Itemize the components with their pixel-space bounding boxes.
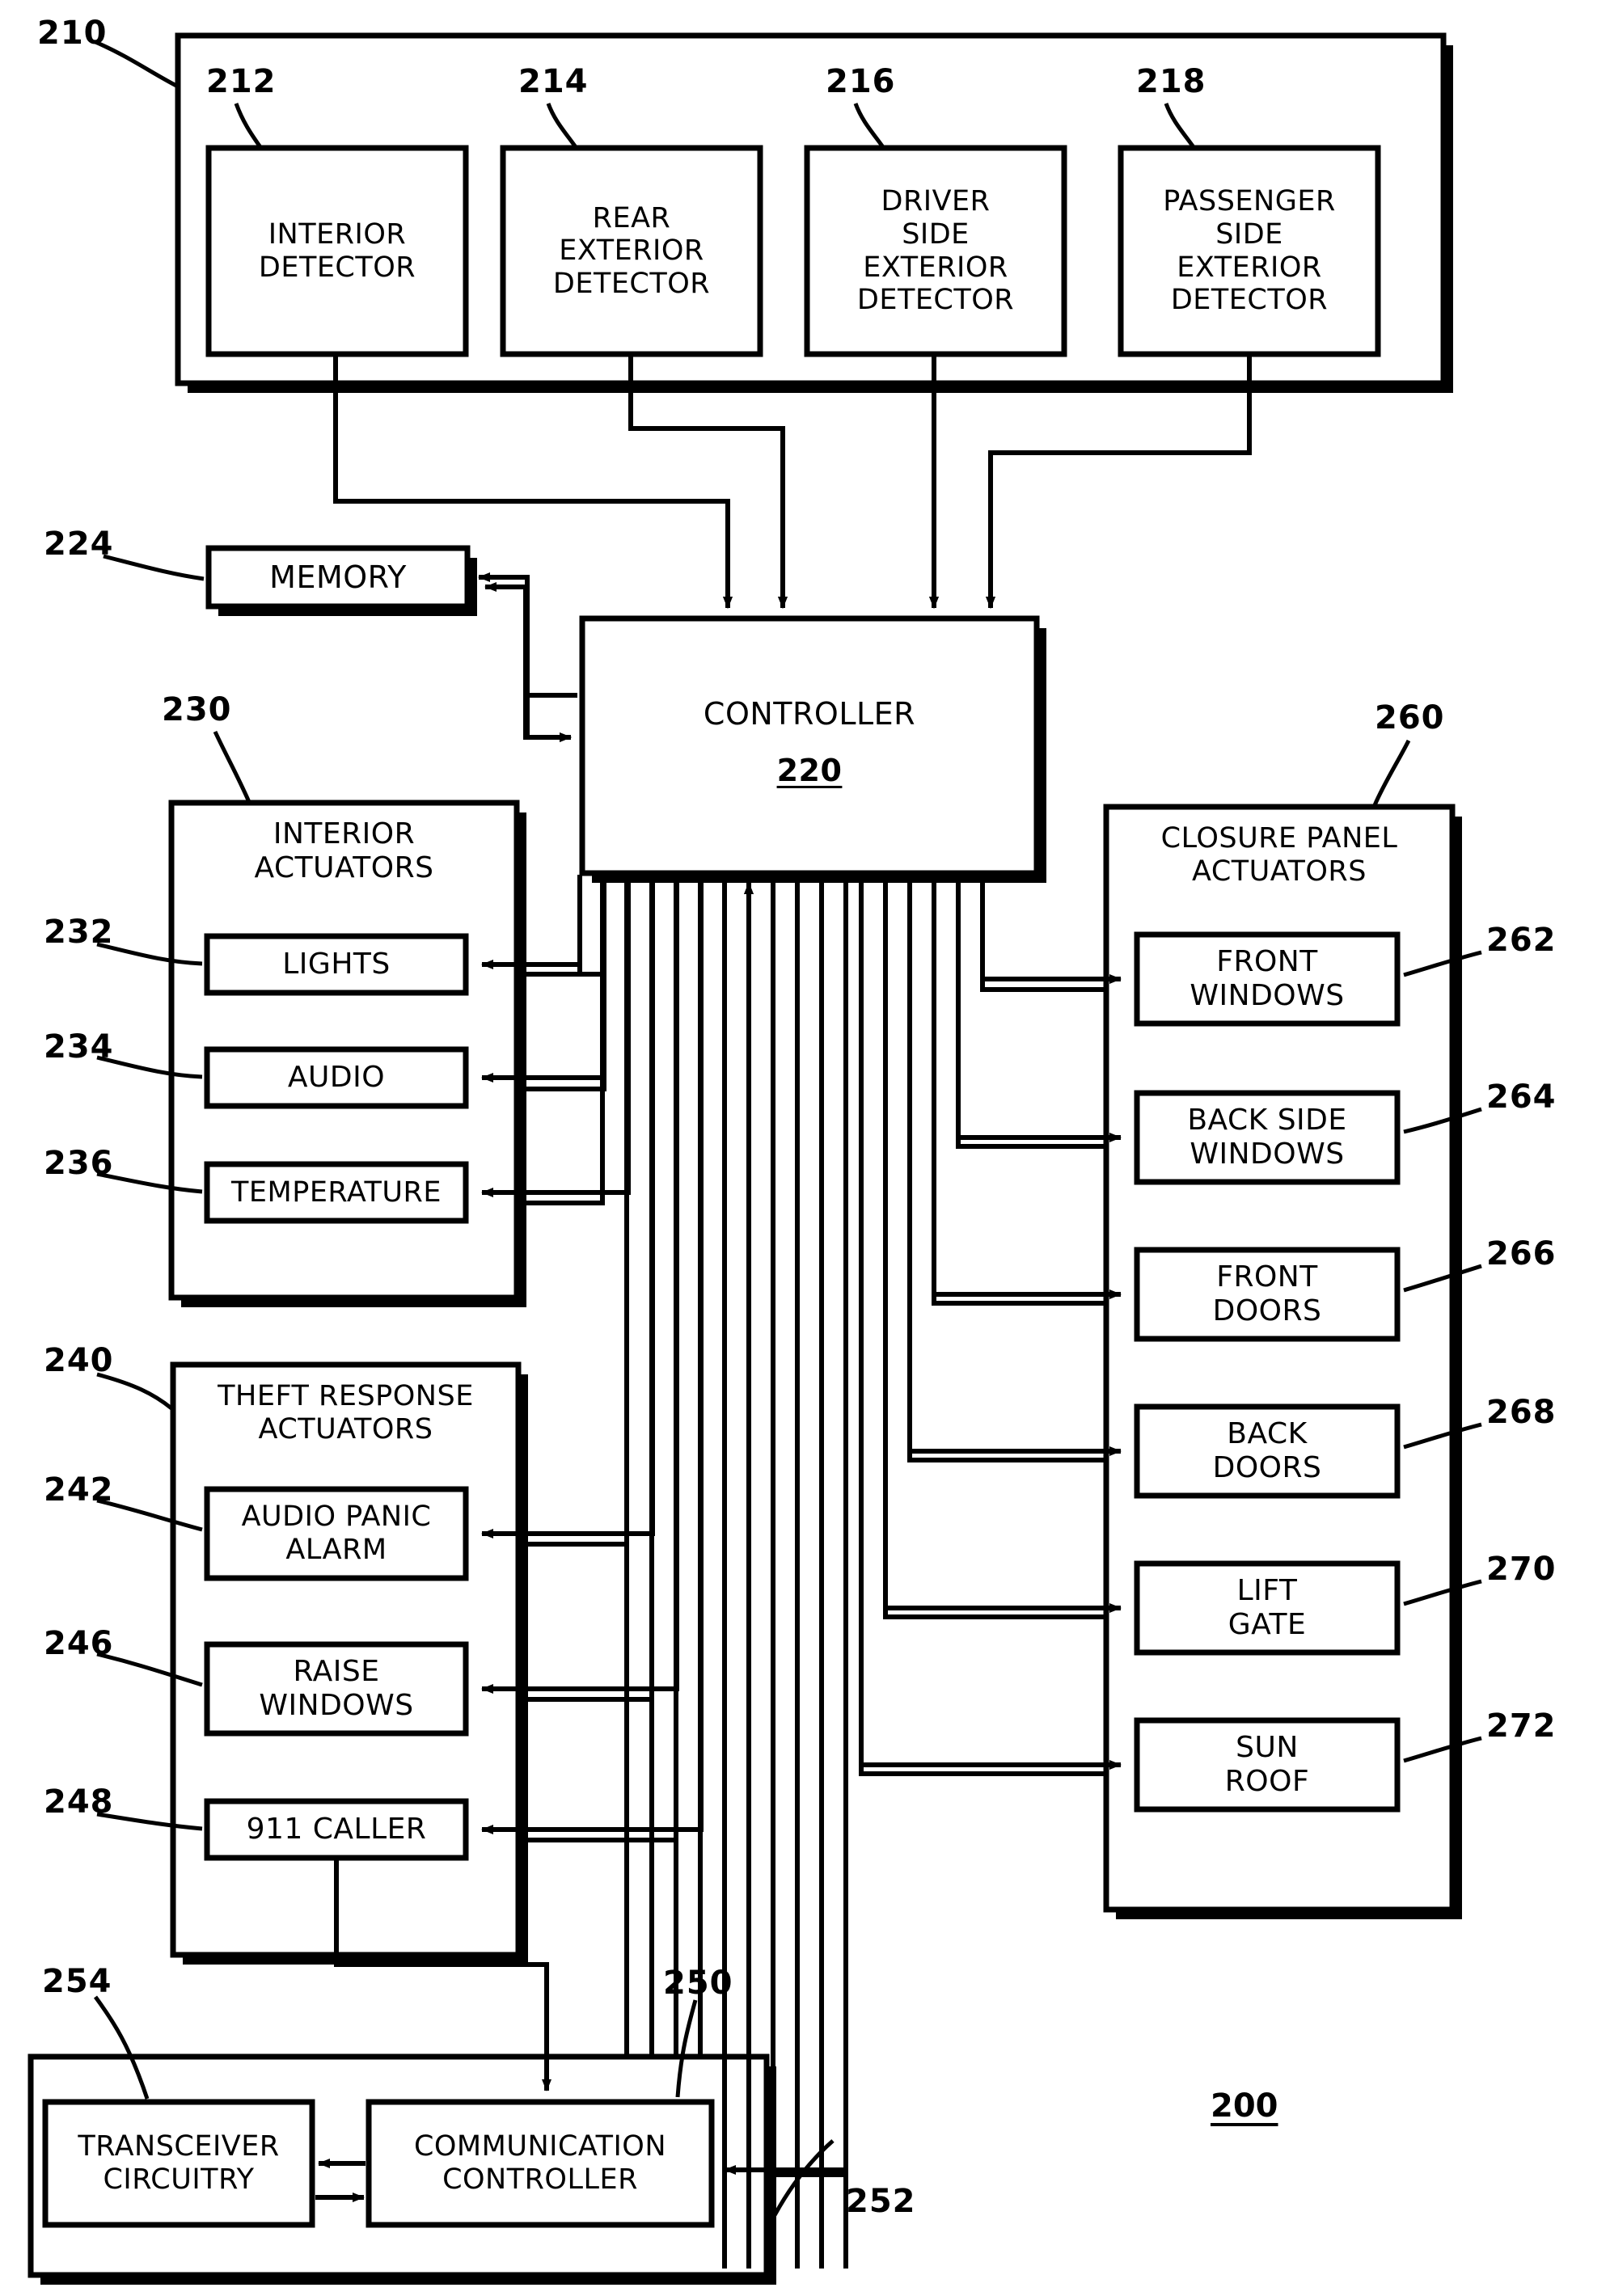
raise-windows-box-246 [204, 1641, 469, 1737]
detector-box-218 [1118, 145, 1381, 357]
ref-248: 248 [44, 1783, 114, 1821]
ref-254: 254 [42, 1963, 112, 2000]
ref-236: 236 [44, 1145, 114, 1182]
ref-210: 210 [37, 15, 108, 52]
ref-232: 232 [44, 914, 114, 951]
ref-270: 270 [1486, 1551, 1557, 1588]
back-side-windows-box-264 [1134, 1090, 1401, 1185]
ref-224: 224 [44, 525, 114, 563]
detector-box-212 [205, 145, 469, 357]
ref-252: 252 [846, 2183, 916, 2220]
ref-234: 234 [44, 1028, 114, 1066]
patent-figure-page: 210 212 214 216 218 INTERIOR DETECTOR RE… [0, 0, 1610, 2296]
front-doors-box-266 [1134, 1247, 1401, 1342]
detector-box-214 [500, 145, 763, 357]
lift-gate-box-270 [1134, 1560, 1401, 1656]
ref-242: 242 [44, 1471, 114, 1509]
ref-214: 214 [518, 63, 589, 100]
communication-controller-box-250 [366, 2099, 715, 2228]
controller-box-220 [579, 615, 1040, 876]
lights-box-232 [204, 933, 469, 996]
ref-246: 246 [44, 1625, 114, 1662]
detector-box-216 [804, 145, 1067, 357]
ref-268: 268 [1486, 1394, 1557, 1431]
back-doors-box-268 [1134, 1403, 1401, 1499]
diagram-canvas [27, 32, 1482, 2285]
ref-250: 250 [663, 1965, 733, 2002]
ref-260: 260 [1375, 699, 1445, 736]
front-windows-box-262 [1134, 931, 1401, 1027]
audio-box-234 [204, 1046, 469, 1109]
ref-230: 230 [162, 691, 232, 728]
sun-roof-box-272 [1134, 1717, 1401, 1813]
ref-266: 266 [1486, 1235, 1557, 1273]
ref-216: 216 [826, 63, 896, 100]
caller-911-box-248 [204, 1798, 469, 1861]
audio-panic-alarm-box-242 [204, 1486, 469, 1581]
ref-212: 212 [206, 63, 277, 100]
ref-218: 218 [1136, 63, 1206, 100]
temperature-box-236 [204, 1161, 469, 1224]
memory-box-224 [205, 545, 471, 610]
ref-264: 264 [1486, 1078, 1557, 1116]
figure-number-200: 200 [1211, 2087, 1278, 2125]
transceiver-box-254 [42, 2099, 315, 2228]
ref-240: 240 [44, 1342, 114, 1379]
ref-272: 272 [1486, 1707, 1557, 1745]
ref-262: 262 [1486, 922, 1557, 959]
